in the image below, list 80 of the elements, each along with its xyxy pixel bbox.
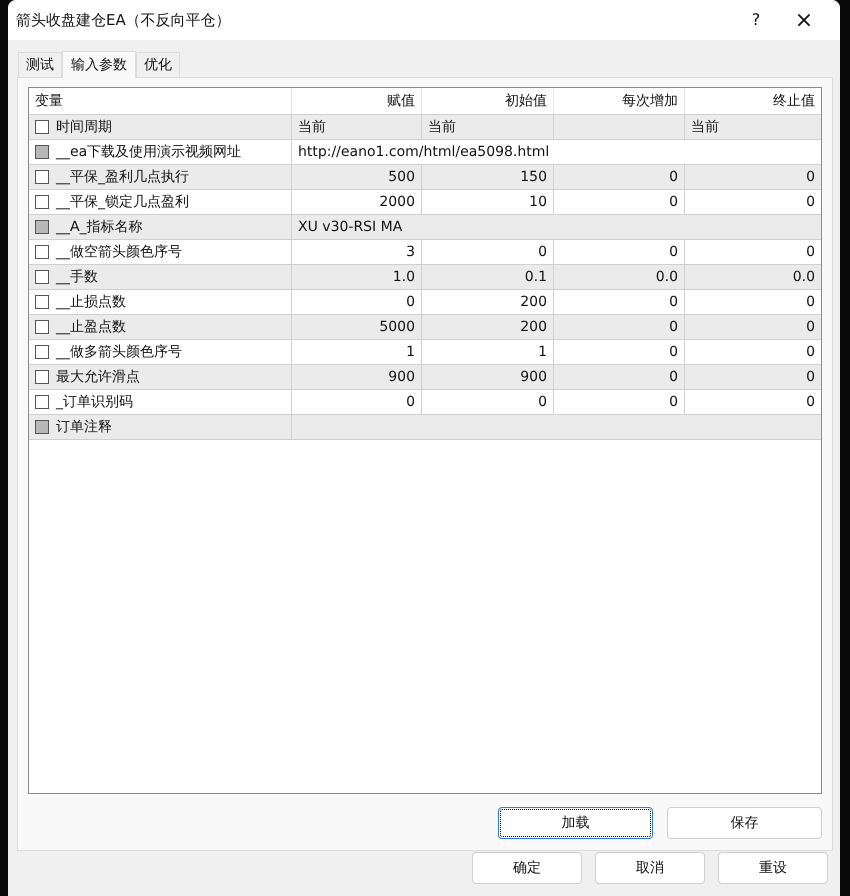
- column-header[interactable]: 初始值: [421, 88, 553, 114]
- checkbox[interactable]: [35, 120, 49, 134]
- table-cell-text: 0: [806, 242, 815, 262]
- checkbox[interactable]: [35, 270, 49, 284]
- table-cell-text: 当前: [298, 118, 326, 136]
- variable-name: 最大允许滑点: [56, 368, 140, 386]
- checkbox[interactable]: [35, 295, 49, 309]
- checkbox[interactable]: [35, 370, 49, 384]
- table-cell-text: 当前: [691, 118, 719, 136]
- tab[interactable]: 优化: [136, 52, 180, 77]
- table-cell-text: 900: [520, 368, 547, 386]
- variable-name: __A_指标名称: [56, 218, 143, 236]
- table-cell-text: 0: [806, 168, 815, 186]
- table-cell-text: 0: [669, 368, 678, 386]
- variable-name: __做多箭头颜色序号: [56, 342, 182, 362]
- table-cell-text: 200: [520, 318, 547, 336]
- table-cell-text: 0.0: [656, 268, 678, 286]
- table-cell-text: XU v30-RSI MA: [298, 218, 402, 236]
- table-cell-text: 当前: [428, 118, 456, 136]
- variable-name: __平保_盈利几点执行: [56, 168, 189, 186]
- table-cell-text: 1: [538, 342, 547, 362]
- checkbox[interactable]: [35, 395, 49, 409]
- variable-name: __手数: [56, 268, 98, 286]
- table-cell-text: 5000: [379, 318, 415, 336]
- table-cell-text: 0: [538, 392, 547, 412]
- table-cell-text: 10: [529, 192, 547, 212]
- table-cell-text: 0: [669, 168, 678, 186]
- close-button[interactable]: ×: [776, 0, 832, 40]
- column-header[interactable]: 赋值: [291, 88, 421, 114]
- button[interactable]: 重设: [718, 852, 828, 884]
- table-cell-text: 0.1: [524, 268, 547, 286]
- button[interactable]: 保存: [667, 807, 822, 839]
- column-header[interactable]: 每次增加: [553, 88, 684, 114]
- variable-name: _订单识别码: [56, 392, 133, 412]
- table-cell-text: 0: [669, 392, 678, 412]
- table-cell-text: 0.0: [792, 268, 815, 286]
- variable-name: __止损点数: [56, 292, 126, 312]
- checkbox[interactable]: [35, 195, 49, 209]
- variable-name: __ea下载及使用演示视频网址: [56, 142, 242, 162]
- column-header[interactable]: 变量: [29, 88, 291, 114]
- table-cell-text: 1: [406, 342, 415, 362]
- table-cell-text: 0: [806, 318, 815, 336]
- variable-name: __平保_锁定几点盈利: [56, 192, 189, 212]
- table-cell-text: 3: [406, 242, 415, 262]
- table-cell-text: 200: [520, 292, 547, 312]
- table-cell-text: 0: [538, 242, 547, 262]
- variable-name: __做空箭头颜色序号: [56, 242, 182, 262]
- table-cell-text: 0: [669, 242, 678, 262]
- table-cell-text: 0: [669, 192, 678, 212]
- table-cell-text: 0: [806, 192, 815, 212]
- checkbox[interactable]: [35, 245, 49, 259]
- window-title: 箭头收盘建仓EA（不反向平仓）: [16, 10, 231, 31]
- table-cell-text: 900: [388, 368, 415, 386]
- button[interactable]: 取消: [595, 852, 705, 884]
- button[interactable]: 确定: [472, 852, 582, 884]
- table-cell-text: 2000: [379, 192, 415, 212]
- button[interactable]: 加载: [498, 807, 653, 839]
- table-cell-text: 0: [406, 292, 415, 312]
- table-cell-text: 0: [806, 368, 815, 386]
- table-cell-text: 0: [406, 392, 415, 412]
- table-cell-text: 0: [669, 318, 678, 336]
- checkbox[interactable]: [35, 320, 49, 334]
- help-button[interactable]: ?: [736, 0, 776, 40]
- table-cell-text: 150: [520, 168, 547, 186]
- checkbox[interactable]: [35, 170, 49, 184]
- table-cell-text: http://eano1.com/html/ea5098.html: [298, 142, 550, 162]
- table-cell-text: 0: [669, 292, 678, 312]
- tab[interactable]: 输入参数: [62, 51, 136, 78]
- table-cell-text: 0: [806, 342, 815, 362]
- table-cell-text: 1.0: [392, 268, 415, 286]
- checkbox[interactable]: [35, 345, 49, 359]
- variable-name: __止盈点数: [56, 318, 126, 336]
- tab[interactable]: 测试: [18, 52, 62, 77]
- table-cell-text: 500: [388, 168, 415, 186]
- variable-name: 时间周期: [56, 118, 112, 136]
- variable-name: 订单注释: [56, 418, 112, 436]
- column-header[interactable]: 终止值: [684, 88, 821, 114]
- table-cell-text: 0: [669, 342, 678, 362]
- table-cell-text: 0: [806, 292, 815, 312]
- table-cell-text: 0: [806, 392, 815, 412]
